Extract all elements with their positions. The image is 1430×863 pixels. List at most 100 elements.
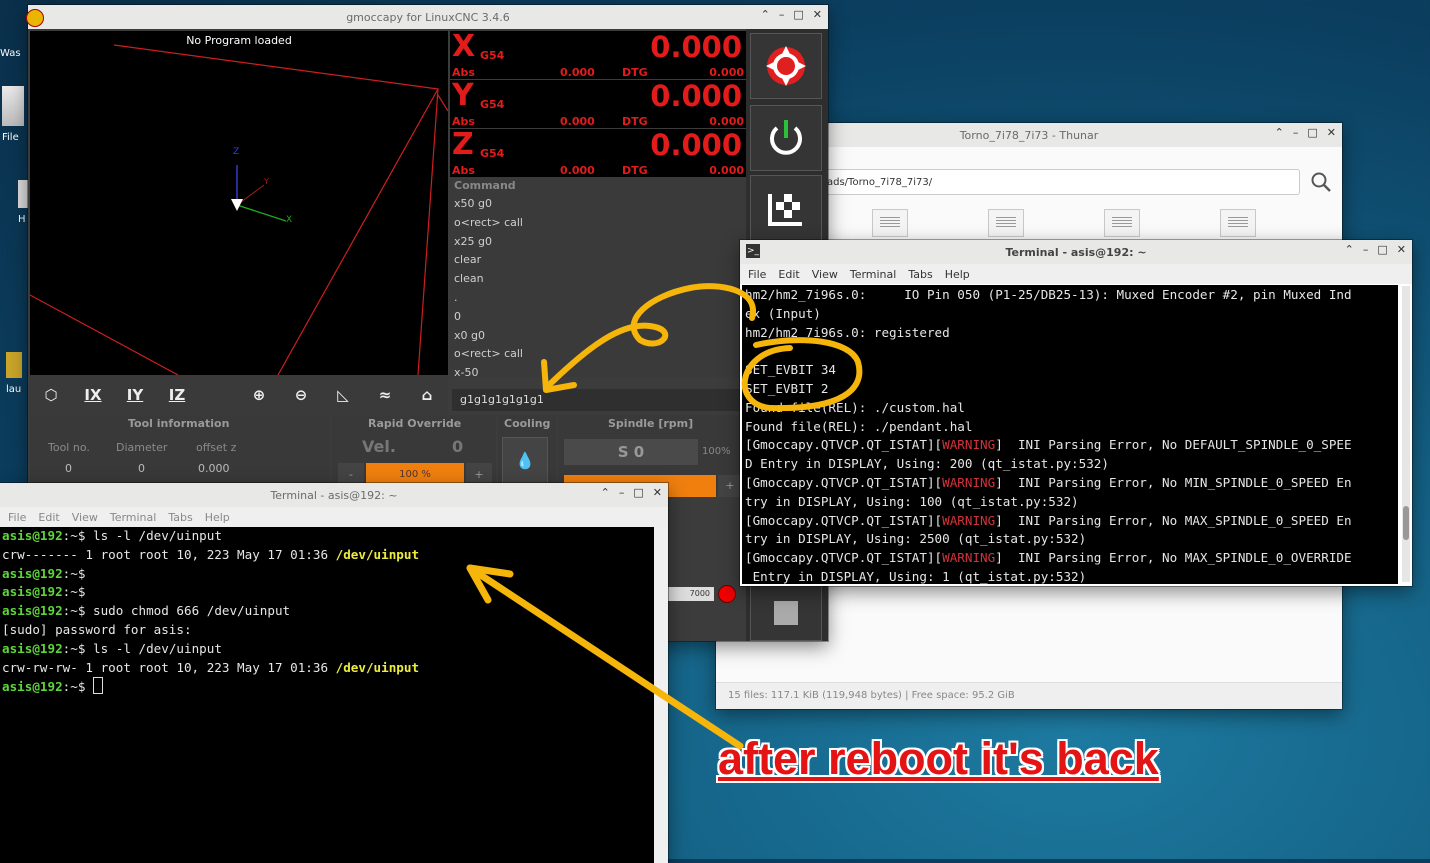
dimensions-icon[interactable]: ◺ — [330, 383, 356, 407]
command-item[interactable]: o<rect> call — [454, 347, 523, 366]
window-title: Terminal - asis@192: ~ — [1005, 245, 1147, 259]
power-button[interactable] — [750, 105, 822, 171]
desktop-icon-home[interactable]: H — [18, 180, 28, 225]
close-icon[interactable]: ✕ — [1397, 243, 1406, 256]
menu-tabs[interactable]: Tabs — [908, 268, 932, 281]
terminal-line: crw------- 1 root root 10, 223 May 17 01… — [2, 546, 652, 565]
menu-view[interactable]: View — [812, 268, 838, 281]
file-icon[interactable] — [872, 209, 908, 237]
desktop-icon-filesystem[interactable]: File — [2, 86, 24, 143]
prompt-user: asis@192 — [2, 565, 63, 581]
spindle-value-display: 7000 — [668, 587, 714, 601]
diameter-label: Diameter — [116, 441, 168, 454]
dtg-label: DTG — [622, 115, 648, 128]
toolpath-icon[interactable]: ≈ — [372, 383, 398, 407]
coolant-mist-button[interactable]: 💧 — [502, 437, 548, 489]
toolpath-preview[interactable]: No Program loaded Z X Y — [30, 31, 448, 375]
desktop-icon-wastebasket[interactable]: Was — [0, 48, 22, 59]
close-icon[interactable]: ✕ — [1327, 126, 1336, 139]
spindle-plus-button[interactable]: + — [718, 475, 742, 497]
terminal-output[interactable]: hm2/hm2_7i96s.0: IO Pin 050 (P1-25/DB25-… — [742, 285, 1398, 584]
chevron-up-icon[interactable]: ⌃ — [1275, 126, 1284, 139]
scrollbar-thumb[interactable] — [1403, 506, 1409, 540]
command-item[interactable]: x50 g0 — [454, 197, 523, 216]
menu-view[interactable]: View — [72, 511, 98, 524]
menu-help[interactable]: Help — [205, 511, 230, 524]
search-icon[interactable] — [1310, 171, 1332, 193]
abs-value: 0.000 — [560, 115, 595, 128]
terminal-text: try in DISPLAY, Using: 100 (qt_istat.py:… — [745, 493, 1079, 509]
file-icon[interactable] — [1104, 209, 1140, 237]
terminal-titlebar[interactable]: >_ Terminal - asis@192: ~ ⌃ – □ ✕ — [740, 240, 1412, 265]
terminal-text: ] INI Parsing Error, No MIN_SPINDLE_0_SP… — [995, 474, 1352, 490]
view-y-button[interactable]: IY — [122, 383, 148, 407]
chevron-up-icon[interactable]: ⌃ — [601, 486, 610, 499]
terminal-text: ex (Input) — [745, 305, 821, 321]
spindle-status-led — [718, 585, 736, 603]
estop-icon — [766, 46, 806, 86]
estop-button[interactable] — [750, 33, 822, 99]
terminal-menubar: File Edit View Terminal Tabs Help — [740, 264, 1412, 284]
clear-plot-icon[interactable]: ⌂ — [414, 383, 440, 407]
view-z-button[interactable]: IZ — [164, 383, 190, 407]
menu-edit[interactable]: Edit — [778, 268, 799, 281]
zoom-in-icon[interactable]: ⊕ — [246, 383, 272, 407]
menu-file[interactable]: File — [8, 511, 26, 524]
minimize-icon[interactable]: – — [619, 486, 625, 499]
terminal-line: asis@192:~$ ls -l /dev/uinput — [2, 640, 652, 659]
mdi-input[interactable]: g1g1g1g1g1g1 — [452, 389, 744, 411]
menu-terminal[interactable]: Terminal — [110, 511, 157, 524]
minimize-icon[interactable]: – — [1293, 126, 1299, 139]
command-item[interactable]: clear — [454, 253, 523, 272]
terminal-text: SET_EVBIT 2 — [745, 380, 829, 396]
command-item[interactable]: x0 g0 — [454, 329, 523, 348]
jog-button[interactable] — [750, 175, 822, 241]
terminal-scrollbar[interactable] — [1402, 286, 1410, 582]
preview-canvas — [30, 44, 448, 375]
maximize-icon[interactable]: □ — [1377, 243, 1387, 256]
device-path: /dev/uinput — [335, 659, 420, 675]
file-icon[interactable] — [1220, 209, 1256, 237]
desktop-icon-launcher[interactable]: lau — [6, 352, 22, 395]
command-item[interactable]: clean — [454, 272, 523, 291]
dro-value: 0.000 — [650, 128, 742, 162]
terminal-scrollbar[interactable] — [654, 527, 668, 863]
command-item[interactable]: . — [454, 291, 523, 310]
terminal-text: ] INI Parsing Error, No MAX_SPINDLE_0_OV… — [995, 550, 1352, 566]
desktop-icon-label: File — [2, 132, 19, 143]
chevron-up-icon[interactable]: ⌃ — [1345, 243, 1354, 256]
terminal-line: crw-rw-rw- 1 root root 10, 223 May 17 01… — [2, 659, 652, 678]
stop-button[interactable] — [750, 585, 822, 641]
view-x-button[interactable]: IX — [80, 383, 106, 407]
menu-file[interactable]: File — [748, 268, 766, 281]
maximize-icon[interactable]: □ — [1307, 126, 1317, 139]
terminal-text: [Gmoccapy.QTVCP.QT_ISTAT][ — [745, 437, 943, 453]
gmoccapy-titlebar[interactable]: gmoccapy for LinuxCNC 3.4.6 ⌃ – □ ✕ — [28, 5, 828, 30]
close-icon[interactable]: ✕ — [653, 486, 662, 499]
location-input[interactable]: ads/Torno_7i78_7i73/ — [820, 169, 1300, 195]
command-item[interactable]: o<rect> call — [454, 216, 523, 235]
dtg-value: 0.000 — [709, 66, 744, 79]
terminal-titlebar[interactable]: Terminal - asis@192: ~ ⌃ – □ ✕ — [0, 483, 668, 508]
minimize-icon[interactable]: – — [1363, 243, 1369, 256]
menu-help[interactable]: Help — [945, 268, 970, 281]
terminal-text: [Gmoccapy.QTVCP.QT_ISTAT][ — [745, 512, 943, 528]
chevron-up-icon[interactable]: ⌃ — [761, 8, 770, 21]
terminal-output[interactable]: asis@192:~$ ls -l /dev/uinput crw------- … — [0, 527, 654, 863]
maximize-icon[interactable]: □ — [633, 486, 643, 499]
minimize-icon[interactable]: – — [779, 8, 785, 21]
command-item[interactable]: x-50 — [454, 366, 523, 385]
terminal-line: try in DISPLAY, Using: 100 (qt_istat.py:… — [745, 493, 1395, 512]
menu-edit[interactable]: Edit — [38, 511, 59, 524]
menu-terminal[interactable]: Terminal — [850, 268, 897, 281]
maximize-icon[interactable]: □ — [793, 8, 803, 21]
file-icon[interactable] — [988, 209, 1024, 237]
view-3d-icon[interactable]: ⬡ — [38, 383, 64, 407]
close-icon[interactable]: ✕ — [813, 8, 822, 21]
command-item[interactable]: 0 — [454, 310, 523, 329]
menu-tabs[interactable]: Tabs — [168, 511, 192, 524]
terminal-text: hm2/hm2_7i96s.0: registered — [745, 324, 950, 340]
command-item[interactable]: x25 g0 — [454, 235, 523, 254]
command-history[interactable]: Command x50 g0 o<rect> call x25 g0 clear… — [450, 177, 746, 379]
zoom-out-icon[interactable]: ⊖ — [288, 383, 314, 407]
